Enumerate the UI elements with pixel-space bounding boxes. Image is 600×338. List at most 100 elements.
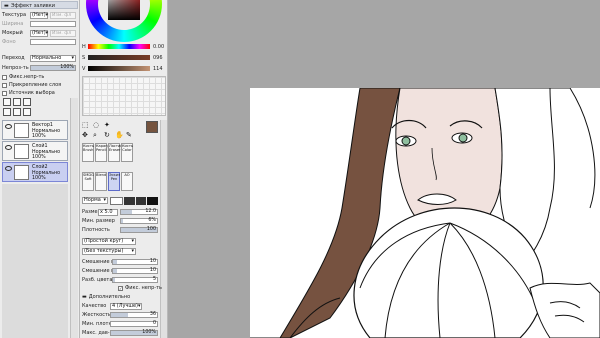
zoom-icon[interactable]: ⌕ xyxy=(93,131,97,140)
tool-slot[interactable]: SMDG Soft xyxy=(82,172,94,191)
layer-list-empty xyxy=(2,184,68,338)
layer-name: Слой2 xyxy=(32,165,48,170)
opacity-slider[interactable]: 100% xyxy=(30,65,76,71)
visibility-eye-icon[interactable] xyxy=(5,166,12,171)
lock-opacity-label: Фикс.непр-ть xyxy=(9,74,45,80)
dilution-label: Разб. цвета xyxy=(82,277,113,283)
layer-opacity: 100% xyxy=(32,134,46,139)
tool-slot[interactable]: Карандаш Pencil xyxy=(95,143,116,162)
tool-slot[interactable]: AO xyxy=(121,172,133,191)
brush-mode-dropdown[interactable]: Норма ▾ xyxy=(82,197,108,204)
blend-color-slider[interactable]: 10 xyxy=(112,259,158,265)
tool-slot[interactable]: Ластик Eraser xyxy=(108,143,122,162)
clear-layer-icon[interactable] xyxy=(13,108,21,116)
size-mult-dropdown[interactable]: x 5.0 xyxy=(98,208,118,216)
hand-icon[interactable]: ✋ xyxy=(115,131,124,139)
layer-name: Вектор1 xyxy=(32,123,53,128)
fill-effect-title: Эффект заливки xyxy=(11,3,56,9)
layer-thumbnail xyxy=(14,165,29,180)
merge-layer-icon[interactable] xyxy=(3,108,11,116)
brush-shape-dropdown[interactable]: (Простой круг) ▾ xyxy=(82,237,136,245)
selection-source-checkbox[interactable] xyxy=(2,90,7,96)
lock-opacity-checkbox[interactable] xyxy=(2,74,7,80)
color-wheel[interactable] xyxy=(86,0,162,42)
density-label: Плотность xyxy=(82,227,110,233)
texture-dropdown[interactable]: (Нет) ▾ xyxy=(30,11,48,19)
clip-layer-checkbox[interactable] xyxy=(2,82,7,88)
delete-layer-icon[interactable] xyxy=(23,108,31,116)
layer-scrollbar[interactable] xyxy=(70,98,78,338)
quality-dropdown[interactable]: 4 (Лучше) ▾ xyxy=(110,302,142,310)
min-size-slider[interactable]: 6% xyxy=(120,218,158,224)
max-pressure-slider[interactable]: 100% xyxy=(110,330,158,336)
rotate-icon[interactable]: ↻ xyxy=(104,131,110,139)
edit-btn-2[interactable]: Изм. фл xyxy=(50,29,76,37)
selection-source-label: Источник выбора xyxy=(9,90,55,96)
density-slider[interactable]: 100 xyxy=(120,227,158,233)
opacity-label: Непроз-ть xyxy=(2,65,29,71)
layer-row-selected[interactable]: Слой2 Нормально 100% xyxy=(2,162,68,182)
tool-panel: H 0.00 S 096 V 114 ⬚ ◌ ✦ ✥ ⌕ ↻ ✋ ✎ Кисть Bru… xyxy=(80,0,168,338)
layer-thumbnail xyxy=(14,123,29,138)
wet-dropdown[interactable]: (Нет) ▾ xyxy=(30,29,48,37)
layer-opacity: 100% xyxy=(32,176,46,181)
blend-label: Переход xyxy=(2,55,25,61)
line-art-drawing xyxy=(250,88,600,338)
new-layer-icon[interactable] xyxy=(3,98,11,106)
fade-slider[interactable] xyxy=(30,39,76,45)
new-folder-icon[interactable] xyxy=(23,98,31,106)
lasso-icon[interactable]: ◌ xyxy=(93,121,99,129)
lock-opacity-brush-label: Фикс. непр-ть xyxy=(125,285,162,291)
value-slider[interactable] xyxy=(88,66,150,71)
layer-opacity: 100% xyxy=(32,155,46,160)
brush-texture-dropdown[interactable]: (Без текстуры) ▾ xyxy=(82,247,136,255)
clip-layer-label: Прикрепление слоя xyxy=(9,82,62,88)
tool-scrollbar[interactable] xyxy=(160,120,167,338)
edit-btn-1[interactable]: Изм. фл xyxy=(50,11,76,19)
blend-color-label: Смешение цв. xyxy=(82,259,120,265)
blend-opacity-slider[interactable]: 10 xyxy=(112,268,158,274)
swatch-grid[interactable] xyxy=(82,76,166,116)
dilution-slider[interactable]: 5 xyxy=(112,277,158,283)
layer-row[interactable]: Вектор1 Нормально 100% xyxy=(2,120,68,140)
canvas-page[interactable] xyxy=(250,88,600,338)
visibility-eye-icon[interactable] xyxy=(5,124,12,129)
size-label: Размер xyxy=(82,209,101,215)
rect-select-icon[interactable]: ⬚ xyxy=(82,121,89,129)
hardness-slider[interactable]: 36 xyxy=(110,312,158,318)
hue-slider[interactable] xyxy=(88,44,150,49)
fade-label: Фоно xyxy=(2,39,16,45)
visibility-eye-icon[interactable] xyxy=(5,145,12,150)
lock-opacity-brush-checkbox[interactable]: ✓ xyxy=(118,285,123,291)
fill-effect-header[interactable]: ▬ Эффект заливки xyxy=(1,1,78,9)
saturation-slider[interactable] xyxy=(88,55,150,60)
size-slider[interactable]: 12.0 xyxy=(120,209,158,215)
magic-wand-icon[interactable]: ✦ xyxy=(104,121,110,129)
advanced-header: Дополнительно xyxy=(88,294,131,300)
width-label: Ширина xyxy=(2,21,24,27)
left-panel: ▬ Эффект заливки Текстура (Нет) ▾ Изм. фл Ш… xyxy=(0,0,80,338)
blend-dropdown[interactable]: Нормально ▾ xyxy=(30,54,76,62)
eyedropper-icon[interactable]: ✎ xyxy=(126,131,132,139)
layer-name: Слой1 xyxy=(32,144,48,149)
brush-shape-presets[interactable] xyxy=(110,197,158,205)
min-size-label: Мин. размер xyxy=(82,218,115,224)
tool-slot-selected[interactable]: Эскиз Pen xyxy=(108,172,120,191)
move-icon[interactable]: ✥ xyxy=(82,131,88,139)
tool-slot[interactable]: Кисть Brush xyxy=(82,143,94,162)
current-color-swatch[interactable] xyxy=(146,121,158,133)
tool-slot[interactable]: Blend xyxy=(95,172,107,191)
advanced-collapse-icon[interactable]: ▬ xyxy=(82,294,87,300)
canvas-area[interactable] xyxy=(168,0,600,338)
layer-thumbnail xyxy=(14,144,29,159)
blend-opacity-label: Смешение непр. xyxy=(82,268,126,274)
max-pressure-label: Макс. дав-ние xyxy=(82,330,120,336)
new-vector-layer-icon[interactable] xyxy=(13,98,21,106)
saturation-value-square[interactable] xyxy=(108,0,140,20)
layer-row[interactable]: Слой1 Нормально 100% xyxy=(2,141,68,161)
collapse-icon: ▬ xyxy=(4,3,9,9)
width-slider[interactable] xyxy=(30,21,76,27)
tool-slot[interactable]: Кисть Color xyxy=(121,143,133,162)
min-density-slider[interactable]: 0 xyxy=(110,321,158,327)
min-density-label: Мин. плотн. xyxy=(82,321,114,327)
